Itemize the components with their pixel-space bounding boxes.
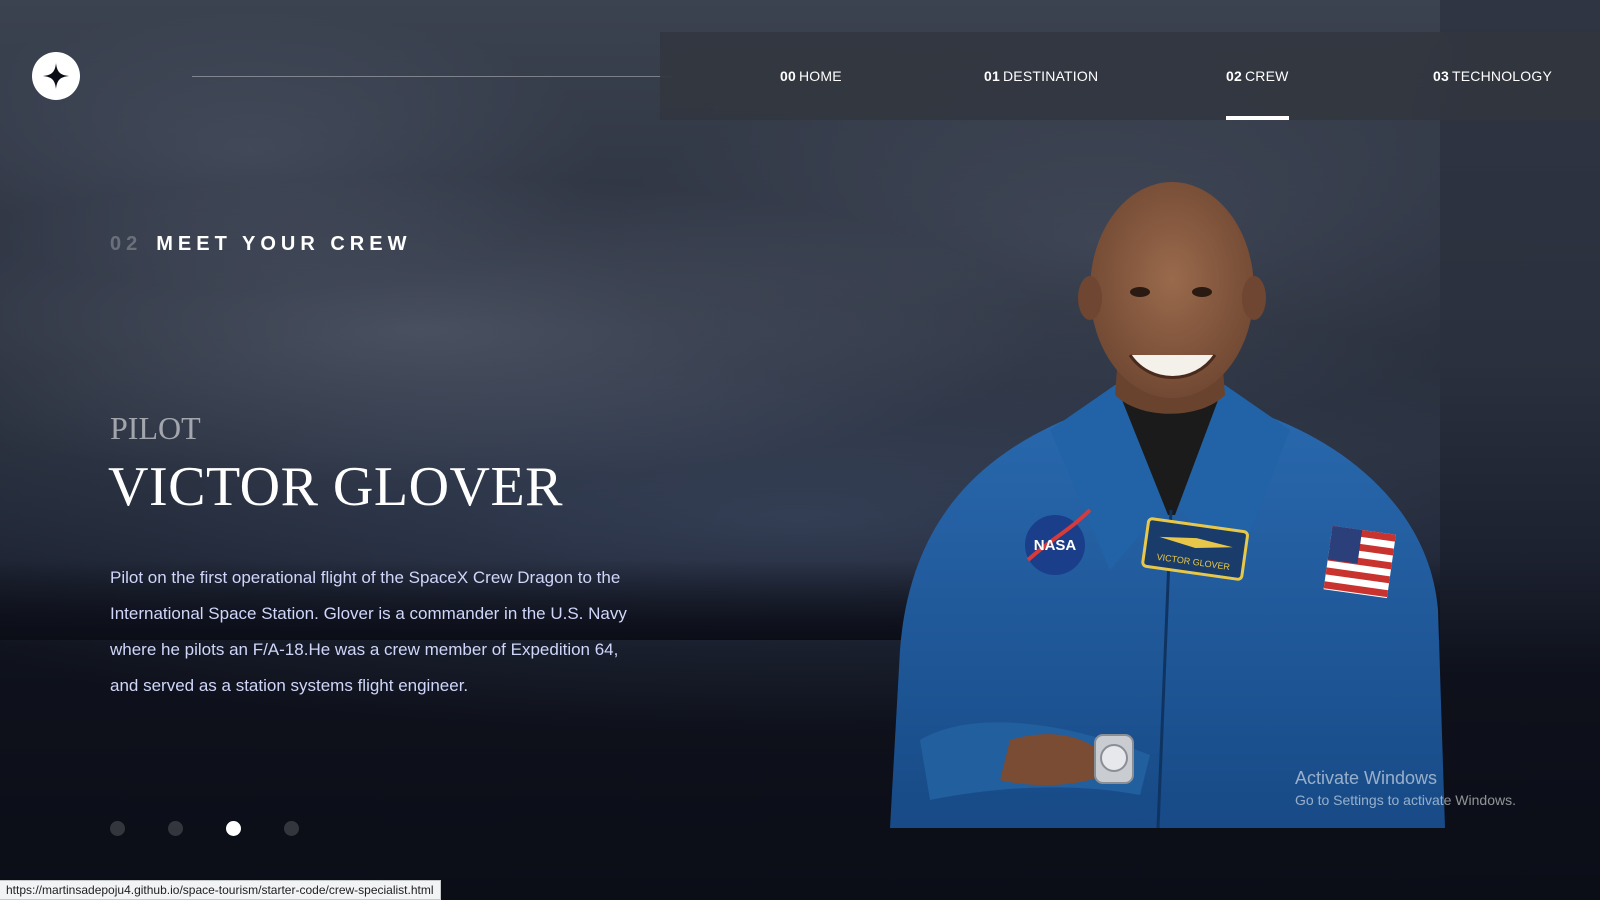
four-point-star-icon <box>43 63 69 89</box>
nav-destination[interactable]: 01 DESTINATION <box>984 32 1098 120</box>
pagination-dot[interactable] <box>284 821 299 836</box>
nav-label: TECHNOLOGY <box>1451 68 1552 84</box>
nav-number: 00 <box>780 68 796 84</box>
nav-number: 02 <box>1226 68 1242 84</box>
page-title-number: 02 <box>110 233 143 255</box>
nav-home[interactable]: 00 HOME <box>780 32 842 120</box>
background-strip <box>1440 0 1600 900</box>
crew-bio: Pilot on the first operational flight of… <box>110 568 627 695</box>
watermark-subtitle: Go to Settings to activate Windows. <box>1295 792 1516 808</box>
pagination-dot[interactable] <box>110 821 125 836</box>
crew-member-image: VICTOR GLOVER NASA <box>890 182 1445 828</box>
nav-technology[interactable]: 03 TECHNOLOGY <box>1433 32 1552 120</box>
page-title: 02 MEET YOUR CREW <box>110 233 411 256</box>
us-flag-icon <box>1323 525 1396 599</box>
nav-label: CREW <box>1244 68 1289 84</box>
activate-windows-watermark: Activate Windows Go to Settings to activ… <box>1295 768 1516 808</box>
nav-label: HOME <box>798 68 842 84</box>
nav-number: 03 <box>1433 68 1449 84</box>
pagination-dot-active[interactable] <box>226 821 241 836</box>
primary-nav: 00 HOME 01 DESTINATION 02 CREW 03 TECHNO… <box>660 32 1600 120</box>
crew-role: PILOT <box>110 410 201 446</box>
logo[interactable] <box>32 52 80 100</box>
status-bar-url: https://martinsadepoju4.github.io/space-… <box>0 880 441 900</box>
pagination-dot[interactable] <box>168 821 183 836</box>
page-title-text: MEET YOUR CREW <box>156 233 412 255</box>
nav-label: DESTINATION <box>1002 68 1099 84</box>
nav-number: 01 <box>984 68 1000 84</box>
crew-name: VICTOR GLOVER <box>108 456 564 518</box>
nasa-logo-text: NASA <box>1034 537 1077 554</box>
nav-crew[interactable]: 02 CREW <box>1226 32 1289 120</box>
watermark-title: Activate Windows <box>1295 768 1438 788</box>
header-divider <box>192 76 672 77</box>
